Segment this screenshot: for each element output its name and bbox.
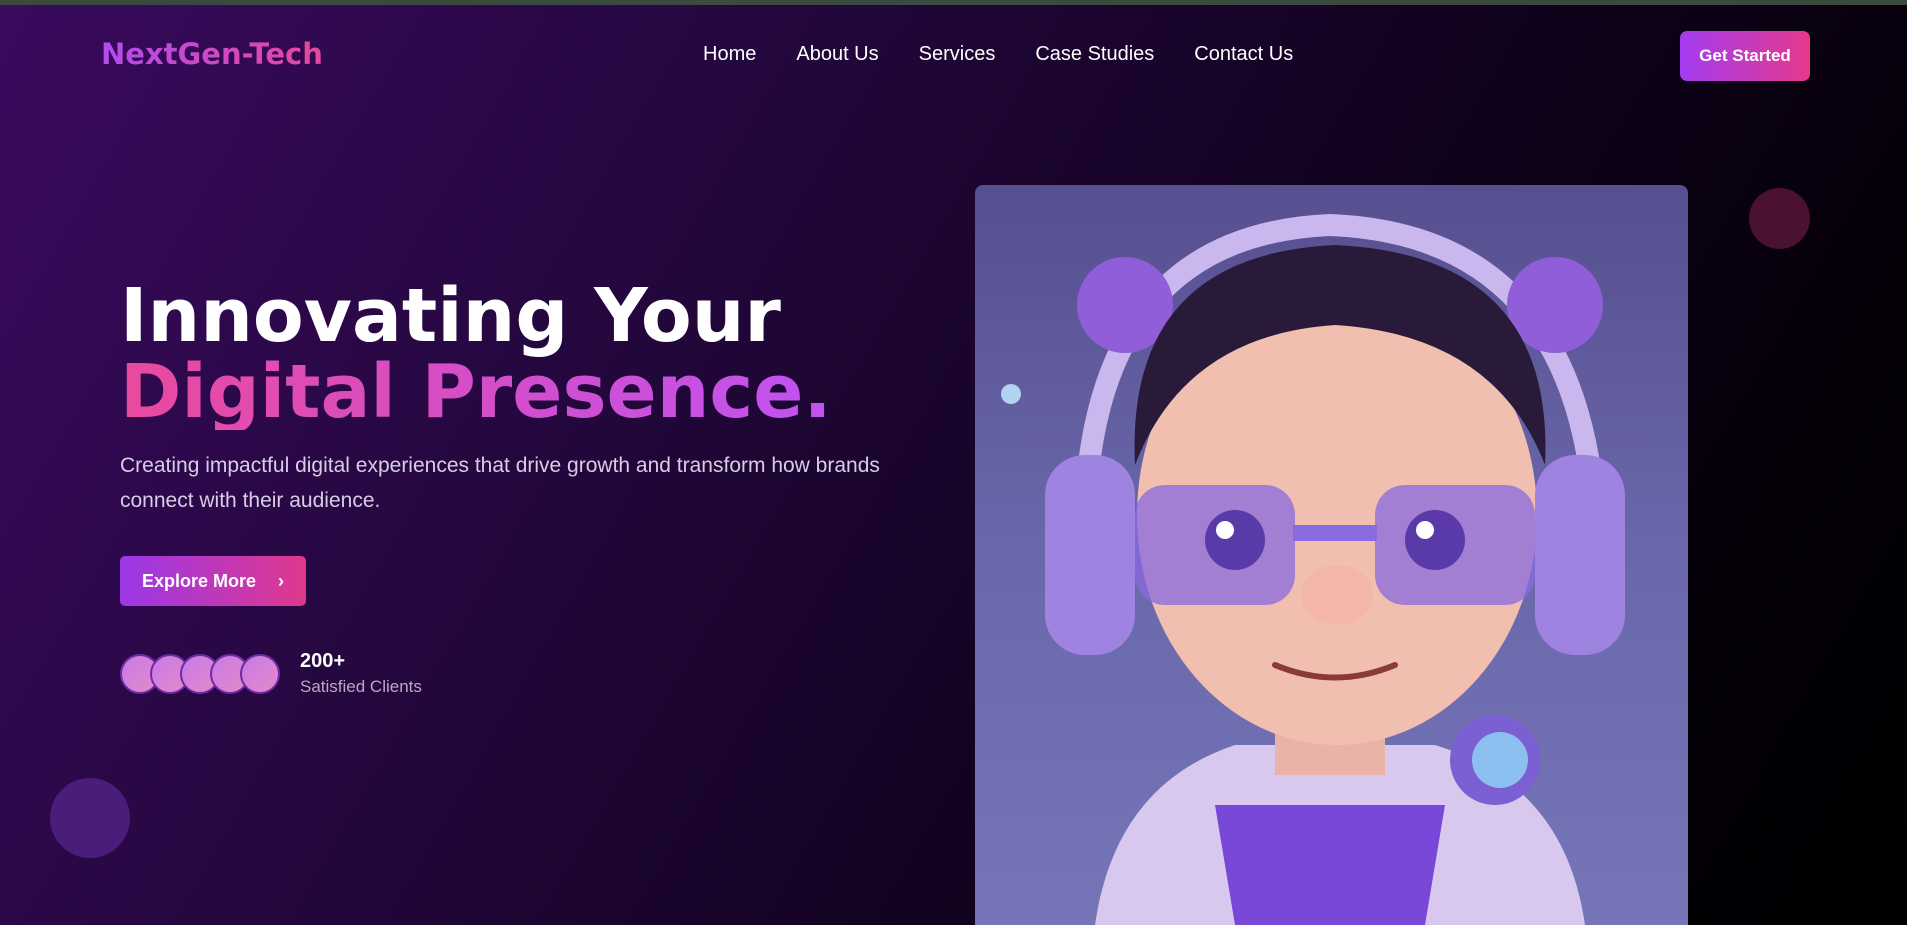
clients-stat: 200+ Satisfied Clients: [300, 650, 422, 697]
hero-title-line1: Innovating Your: [120, 273, 781, 359]
explore-more-label: Explore More: [141, 570, 257, 591]
brand-logo[interactable]: NextGen-Tech: [101, 37, 323, 71]
hero-title: Innovating Your Digital Presence.: [120, 278, 832, 430]
hero-title-line2: Digital Presence.: [120, 349, 832, 435]
nav-about-us[interactable]: About Us: [796, 43, 878, 66]
main-nav: Home About Us Services Case Studies Cont…: [703, 43, 1293, 66]
clients-count: 200+: [300, 650, 346, 672]
clients-label: Satisfied Clients: [300, 677, 422, 696]
avatar-girl-illustration: [1001, 213, 1625, 925]
avatar: [240, 654, 280, 694]
get-started-button[interactable]: Get Started: [1680, 31, 1810, 81]
nav-services[interactable]: Services: [919, 43, 996, 66]
chevron-right-icon: ›: [278, 570, 285, 591]
hero-illustration: [975, 185, 1688, 925]
client-avatars: [120, 654, 280, 694]
hero-subtitle: Creating impactful digital experiences t…: [120, 454, 880, 512]
nav-case-studies[interactable]: Case Studies: [1035, 43, 1154, 66]
explore-more-button[interactable]: Explore More ›: [120, 556, 306, 606]
decorative-circle: [50, 778, 130, 858]
nav-home[interactable]: Home: [703, 43, 756, 66]
nav-contact-us[interactable]: Contact Us: [1194, 43, 1293, 66]
site-header: NextGen-Tech Home About Us Services Case…: [0, 5, 1907, 105]
decorative-circle: [1749, 188, 1810, 249]
